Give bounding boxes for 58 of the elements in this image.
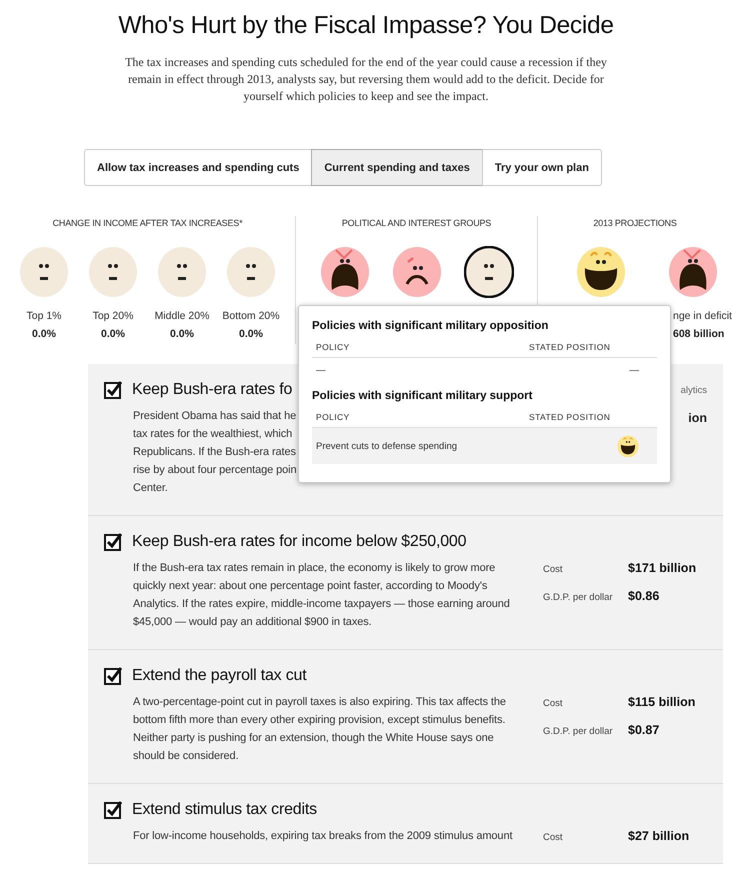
- intro-text: The tax increases and spending cuts scheduled for the end of the year could cause a recession if they remain in effect through 2013, analysts say, but reversing them would add to the deficit. Decide for yourself which policies to keep and see the impact.: [124, 54, 608, 105]
- tooltip-heading: Policies with significant military opposition: [312, 320, 550, 332]
- group-label: Bottom 20%: [222, 310, 280, 322]
- group-value: 0.0%: [101, 328, 125, 340]
- stat-label: G.D.P. per dollar: [543, 726, 614, 737]
- stat-note: alytics: [680, 385, 707, 396]
- group-label: nge in deficit: [673, 310, 732, 322]
- policy-description: President Obama has said that he tax rates for the wealthiest, which Republicans. If the Bush-era rates rise by about four percentage poin Center.: [133, 409, 297, 496]
- stat-value: $115 billion: [628, 695, 696, 709]
- stat-label: Cost: [543, 832, 564, 843]
- section-heading: 2013 PROJECTIONS: [593, 218, 677, 228]
- column-header: STATED POSITION: [529, 412, 612, 422]
- stat-value: $27 billion: [628, 829, 690, 843]
- column-header: POLICY: [316, 342, 351, 352]
- group-value: 0.0%: [239, 328, 263, 340]
- screaming-face-icon: [668, 246, 718, 298]
- happy-face-icon: [576, 246, 626, 298]
- neutral-face-icon: [19, 246, 69, 298]
- section-heading: CHANGE IN INCOME AFTER TAX INCREASES*: [52, 218, 242, 228]
- policy-title: Extend stimulus tax credits: [132, 801, 317, 819]
- stat-value: ion: [688, 411, 707, 425]
- group-label: Middle 20%: [154, 310, 210, 322]
- checkbox[interactable]: [104, 801, 122, 819]
- group-value: 0.0%: [32, 328, 56, 340]
- policy-description: If the Bush-era tax rates remain in place, the economy is likely to grow more quickly next year: about one percentage point faster, according to Moody's Analytics. If the rates expire, middle-income taxpayers — those earning around $45,000 — would pay an additional $900 in taxes.: [133, 561, 511, 630]
- policy-cell-text: —: [316, 364, 326, 376]
- neutral-face-icon: [157, 246, 207, 298]
- checkbox[interactable]: [104, 667, 122, 685]
- stat-label: G.D.P. per dollar: [543, 592, 614, 603]
- group-label: Top 20%: [92, 310, 134, 322]
- plan-tab[interactable]: Current spending and taxes: [311, 149, 483, 186]
- policy-cell-text: Prevent cuts to defense spending: [316, 440, 458, 452]
- policy-title: Extend the payroll tax cut: [132, 667, 306, 685]
- stat-label: Cost: [543, 564, 564, 575]
- happy-face-icon: [617, 434, 639, 458]
- policy-description: A two-percentage-point cut in payroll taxes is also expiring. This tax affects the bottom fifth more than every other expiring provision, except stimulus benefits. Neither party is pushing for an extension, though the White House says one should be considered.: [133, 695, 507, 764]
- plan-tab[interactable]: Try your own plan: [482, 149, 602, 186]
- neutral-face-icon: [226, 246, 276, 298]
- tooltip-heading: Policies with significant military support: [312, 390, 534, 402]
- stat-value: $0.86: [628, 589, 660, 603]
- column-header: POLICY: [316, 412, 351, 422]
- checkbox[interactable]: [104, 533, 122, 551]
- group-label: Top 1%: [26, 310, 62, 322]
- stat-value: $0.87: [628, 723, 660, 737]
- group-value: 608 billion: [673, 328, 724, 340]
- column-header: STATED POSITION: [529, 342, 612, 352]
- position-cell: —: [630, 364, 639, 376]
- section-heading: POLITICAL AND INTEREST GROUPS: [342, 218, 492, 228]
- policy-title: Keep Bush-era rates fo: [132, 381, 292, 399]
- policy-title: Keep Bush-era rates for income below $250,000: [132, 533, 466, 551]
- policy-description: For low-income households, expiring tax breaks from the 2009 stimulus amount: [133, 829, 512, 844]
- group-value: 0.0%: [170, 328, 194, 340]
- stat-label: Cost: [543, 698, 564, 709]
- stat-value: $171 billion: [628, 561, 698, 575]
- neutral-face-icon: [88, 246, 138, 298]
- checkbox[interactable]: [104, 381, 122, 399]
- plan-tab[interactable]: Allow tax increases and spending cuts: [84, 149, 312, 186]
- page-title: Who's Hurt by the Fiscal Impasse? You Decide: [117, 12, 615, 40]
